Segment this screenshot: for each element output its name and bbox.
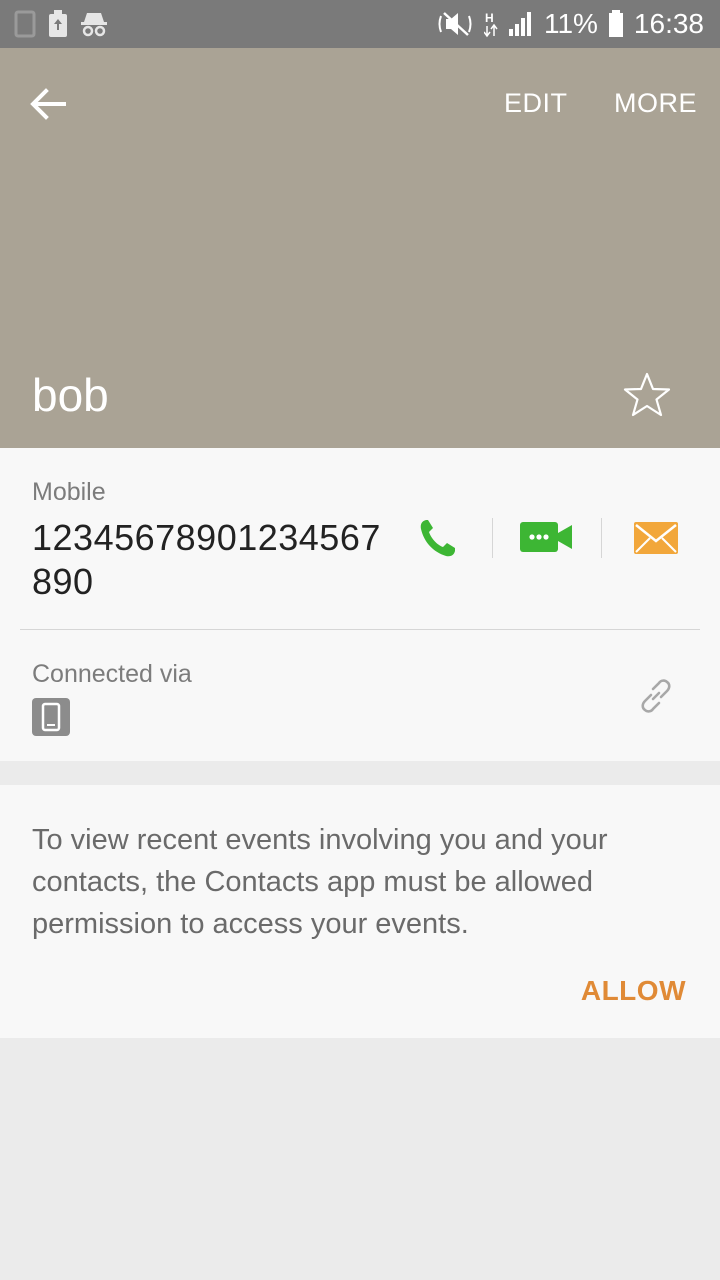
divider [492, 518, 493, 558]
status-left-icons [14, 10, 108, 38]
permission-message: To view recent events involving you and … [32, 824, 608, 940]
section-divider [20, 629, 700, 630]
status-right-icons: H 11% 16:38 [438, 6, 704, 42]
sim-icon [14, 10, 36, 38]
clock: 16:38 [633, 8, 704, 39]
contact-details-card: Mobile 12345678901234567890 Connected vi… [0, 448, 720, 761]
allow-button[interactable]: ALLOW [581, 975, 686, 1007]
favorite-star-icon[interactable] [622, 370, 672, 420]
phone-device-icon [32, 698, 70, 736]
divider [601, 518, 602, 558]
video-call-icon[interactable] [520, 522, 574, 552]
incognito-icon [81, 13, 107, 37]
battery-saver-icon [49, 10, 67, 37]
contact-name: bob [32, 369, 109, 421]
data-arrows-icon: H [483, 11, 498, 38]
status-bar: H 11% 16:38 [0, 0, 720, 48]
signal-icon [508, 12, 531, 36]
message-icon[interactable] [634, 522, 678, 554]
edit-button[interactable]: EDIT [504, 88, 568, 119]
contact-header: EDIT MORE bob [0, 48, 720, 448]
back-arrow-icon[interactable] [26, 82, 70, 126]
battery-percent: 11% [543, 8, 598, 39]
link-icon[interactable] [636, 676, 676, 716]
more-button[interactable]: MORE [614, 88, 697, 119]
network-type-label: H [485, 11, 494, 25]
mute-icon [438, 12, 472, 36]
call-icon[interactable] [418, 518, 456, 558]
phone-type-label: Mobile [32, 478, 106, 506]
phone-number[interactable]: 12345678901234567890 [32, 516, 392, 604]
battery-icon [608, 10, 623, 37]
connected-via-label: Connected via [32, 660, 192, 688]
permission-card: To view recent events involving you and … [0, 785, 720, 1038]
